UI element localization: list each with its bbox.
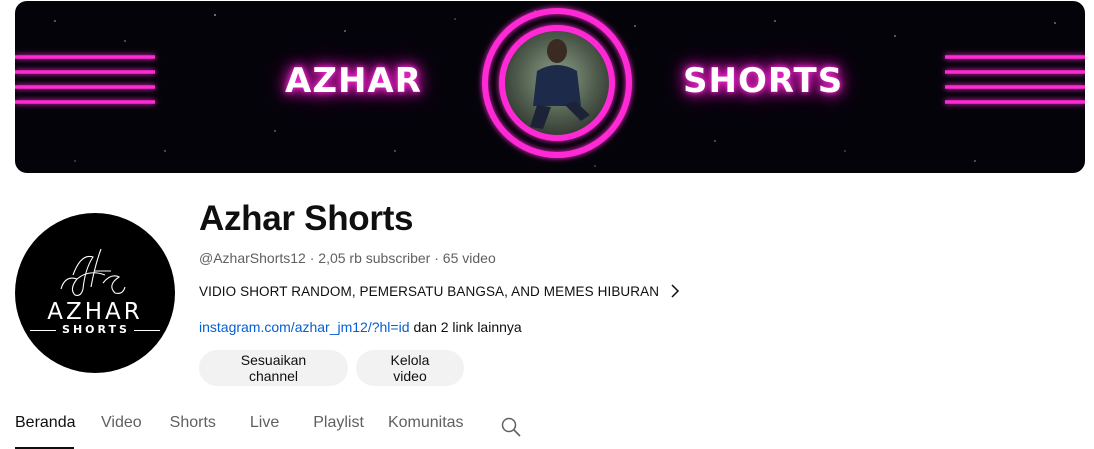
subscriber-count: 2,05 rb subscriber — [318, 250, 431, 266]
avatar-subword: SHORTS — [15, 323, 175, 336]
channel-description: VIDIO SHORT RANDOM, PEMERSATU BANGSA, AN… — [199, 283, 660, 299]
customize-channel-button[interactable]: Sesuaikan channel — [199, 350, 348, 386]
chevron-right-icon — [671, 284, 680, 298]
avatar-monogram-icon — [60, 248, 126, 296]
avatar-subword-text: SHORTS — [62, 323, 130, 336]
search-icon[interactable] — [500, 416, 522, 438]
avatar-divider-left — [30, 329, 57, 331]
channel-tabs: Beranda Video Shorts Live Playlist Komun… — [15, 404, 464, 449]
tab-live[interactable]: Live — [250, 404, 279, 449]
meta-separator: · — [305, 250, 319, 266]
channel-links: instagram.com/azhar_jm12/?hl=id dan 2 lin… — [199, 319, 522, 335]
channel-avatar[interactable]: AZHAR SHORTS — [15, 213, 175, 373]
banner-left-text: AZHAR — [285, 61, 422, 101]
channel-description-row[interactable]: VIDIO SHORT RANDOM, PEMERSATU BANGSA, AN… — [199, 283, 683, 299]
avatar-word: AZHAR — [47, 299, 143, 325]
banner-graphic — [15, 8, 1085, 167]
instagram-link[interactable]: instagram.com/azhar_jm12/?hl=id — [199, 319, 410, 335]
channel-banner: AZHAR SHORTS — [15, 1, 1085, 173]
tab-beranda[interactable]: Beranda — [15, 404, 76, 449]
tab-shorts[interactable]: Shorts — [170, 404, 216, 449]
channel-title: Azhar Shorts — [199, 199, 414, 238]
tab-video[interactable]: Video — [101, 404, 142, 449]
tab-playlist[interactable]: Playlist — [313, 404, 364, 449]
channel-handle: @AzharShorts12 — [199, 250, 306, 266]
avatar-divider-right — [133, 329, 160, 331]
meta-separator: · — [430, 250, 443, 266]
channel-meta: @AzharShorts12 · 2,05 rb subscriber · 65… — [199, 250, 496, 266]
video-count: 65 video — [442, 250, 496, 266]
more-links[interactable]: dan 2 link lainnya — [414, 319, 522, 335]
tab-komunitas[interactable]: Komunitas — [388, 404, 464, 449]
banner-right-text: SHORTS — [683, 61, 844, 101]
manage-videos-button[interactable]: Kelola video — [356, 350, 464, 386]
